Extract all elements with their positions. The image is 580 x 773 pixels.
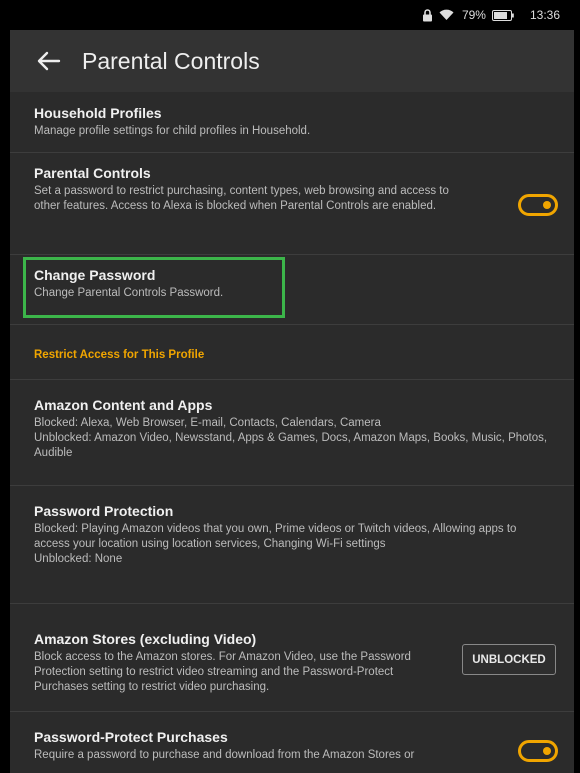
content-unblocked-text: Unblocked: Amazon Video, Newsstand, Apps… [34, 432, 548, 459]
amazon-content-apps-desc: Blocked: Alexa, Web Browser, E-mail, Con… [34, 416, 550, 461]
change-password-title: Change Password [34, 267, 156, 283]
amazon-content-apps-item[interactable]: Amazon Content and Apps Blocked: Alexa, … [10, 380, 574, 486]
change-password-desc: Change Parental Controls Password. [34, 287, 224, 299]
password-protection-item[interactable]: Password Protection Blocked: Playing Ama… [10, 486, 574, 604]
clock: 13:36 [529, 8, 560, 22]
protection-blocked-text: Blocked: Playing Amazon videos that you … [34, 523, 517, 550]
protection-unblocked-text: Unblocked: None [34, 553, 123, 565]
amazon-stores-item[interactable]: Amazon Stores (excluding Video) Block ac… [10, 604, 574, 712]
lock-icon [422, 8, 433, 22]
status-bar: 79% 13:36 [10, 0, 574, 30]
battery-icon [491, 9, 514, 21]
battery-percent: 79% [461, 8, 486, 22]
tablet-screen: 79% 13:36 Parental Controls Household Pr… [10, 0, 574, 773]
unblocked-button[interactable]: UNBLOCKED [462, 644, 556, 675]
parental-controls-title: Parental Controls [34, 165, 151, 181]
password-protect-purchases-item[interactable]: Password-Protect Purchases Require a pas… [10, 712, 574, 773]
household-profiles-item[interactable]: Household Profiles Manage profile settin… [10, 92, 574, 153]
change-password-item[interactable]: Change Password Change Parental Controls… [10, 255, 574, 325]
password-protection-title: Password Protection [34, 503, 174, 519]
wifi-icon [439, 9, 454, 21]
amazon-stores-title: Amazon Stores (excluding Video) [34, 631, 257, 647]
parental-controls-desc: Set a password to restrict purchasing, c… [34, 185, 449, 212]
content-blocked-text: Blocked: Alexa, Web Browser, E-mail, Con… [34, 417, 381, 429]
household-profiles-desc: Manage profile settings for child profil… [34, 125, 311, 137]
toggle-knob [543, 201, 551, 209]
section-header-restrict-access: Restrict Access for This Profile [10, 325, 574, 380]
app-bar: Parental Controls [10, 30, 574, 92]
amazon-stores-desc: Block access to the Amazon stores. For A… [34, 651, 411, 693]
password-protection-desc: Blocked: Playing Amazon videos that you … [34, 522, 550, 567]
back-arrow-icon[interactable] [32, 44, 66, 78]
amazon-content-apps-title: Amazon Content and Apps [34, 397, 213, 413]
page-title: Parental Controls [82, 47, 260, 74]
parental-controls-item[interactable]: Parental Controls Set a password to rest… [10, 153, 574, 255]
settings-list: Household Profiles Manage profile settin… [10, 92, 574, 773]
parental-controls-toggle[interactable] [518, 194, 558, 216]
household-profiles-title: Household Profiles [34, 105, 162, 121]
purchases-title: Password-Protect Purchases [34, 729, 228, 745]
purchases-desc: Require a password to purchase and downl… [34, 749, 415, 761]
purchases-toggle[interactable] [518, 740, 558, 762]
toggle-knob [543, 747, 551, 755]
